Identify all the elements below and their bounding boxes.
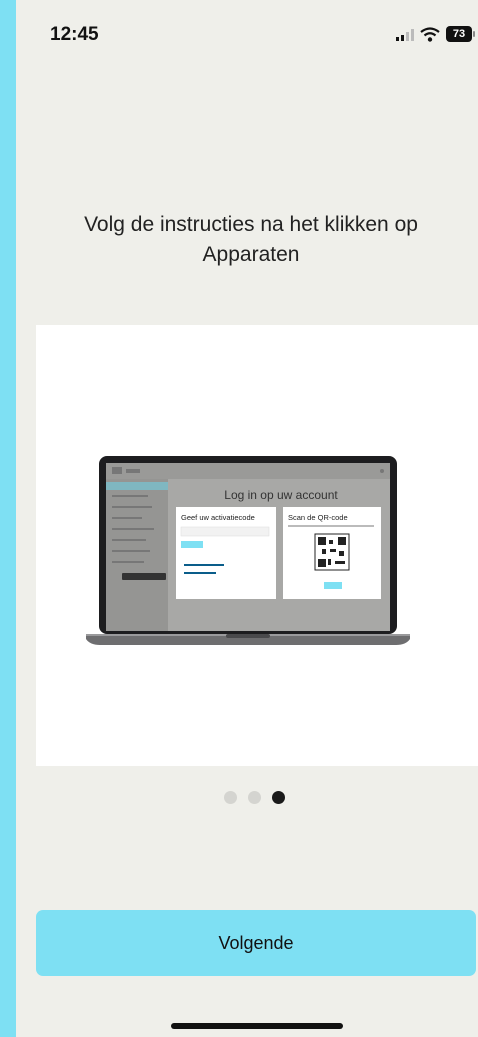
status-bar: 12:45 73 <box>16 0 478 70</box>
instruction-illustration: Log in op uw account Geef uw activatieco… <box>36 325 478 766</box>
page-dot-1[interactable] <box>224 791 237 804</box>
home-indicator[interactable] <box>171 1023 343 1029</box>
battery-cap <box>473 31 475 37</box>
page-dot-3-active[interactable] <box>272 791 285 804</box>
page-dot-2[interactable] <box>248 791 261 804</box>
status-time: 12:45 <box>50 24 99 45</box>
onboarding-screen: 12:45 73 Volg de instructies na het klik… <box>16 0 478 1037</box>
wifi-icon <box>420 27 440 42</box>
login-title-text: Log in op uw account <box>224 488 338 502</box>
qr-title-text: Scan de QR-code <box>288 513 348 522</box>
activation-title-text: Geef uw activatiecode <box>181 513 255 522</box>
battery-icon: 73 <box>446 26 472 42</box>
cellular-signal-icon <box>396 29 414 41</box>
laptop-illustration: Log in op uw account Geef uw activatieco… <box>86 456 410 645</box>
instruction-text: Volg de instructies na het klikken op Ap… <box>84 213 418 266</box>
next-button[interactable]: Volgende <box>36 910 476 976</box>
